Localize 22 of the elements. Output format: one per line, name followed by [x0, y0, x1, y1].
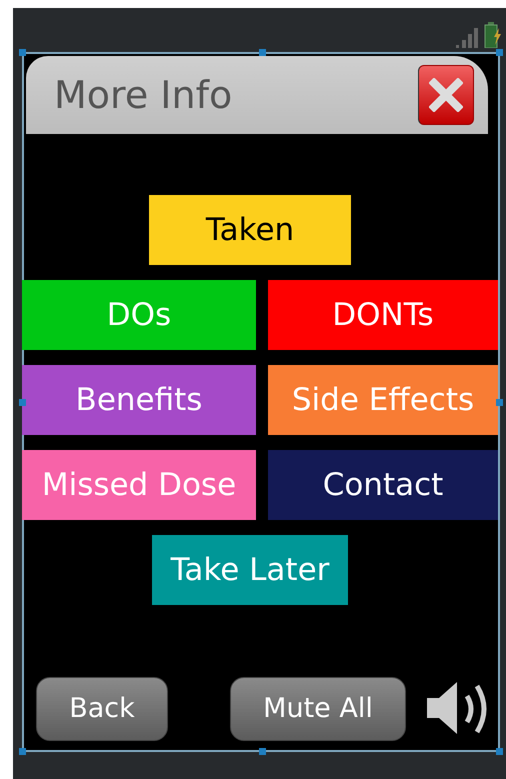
window-title: More Info: [54, 72, 234, 118]
resize-handle[interactable]: [19, 748, 26, 755]
resize-handle[interactable]: [259, 748, 266, 755]
option-button[interactable]: Taken: [149, 195, 351, 265]
option-button[interactable]: Missed Dose: [22, 450, 256, 520]
option-button[interactable]: Side Effects: [268, 365, 498, 435]
resize-handle[interactable]: [19, 399, 26, 406]
signal-icon: [456, 26, 480, 48]
back-button[interactable]: Back: [36, 677, 168, 741]
close-icon: [429, 78, 463, 112]
close-button[interactable]: [418, 65, 474, 125]
option-button[interactable]: DONTs: [268, 280, 498, 350]
option-button[interactable]: Benefits: [22, 365, 256, 435]
resize-handle[interactable]: [496, 399, 503, 406]
resize-handle[interactable]: [19, 49, 26, 56]
battery-charging-icon: [484, 22, 502, 48]
option-button[interactable]: Contact: [268, 450, 498, 520]
resize-handle[interactable]: [496, 748, 503, 755]
mute-all-button[interactable]: Mute All: [230, 677, 406, 741]
option-button[interactable]: Take Later: [152, 535, 348, 605]
resize-handle[interactable]: [496, 49, 503, 56]
resize-handle[interactable]: [259, 49, 266, 56]
